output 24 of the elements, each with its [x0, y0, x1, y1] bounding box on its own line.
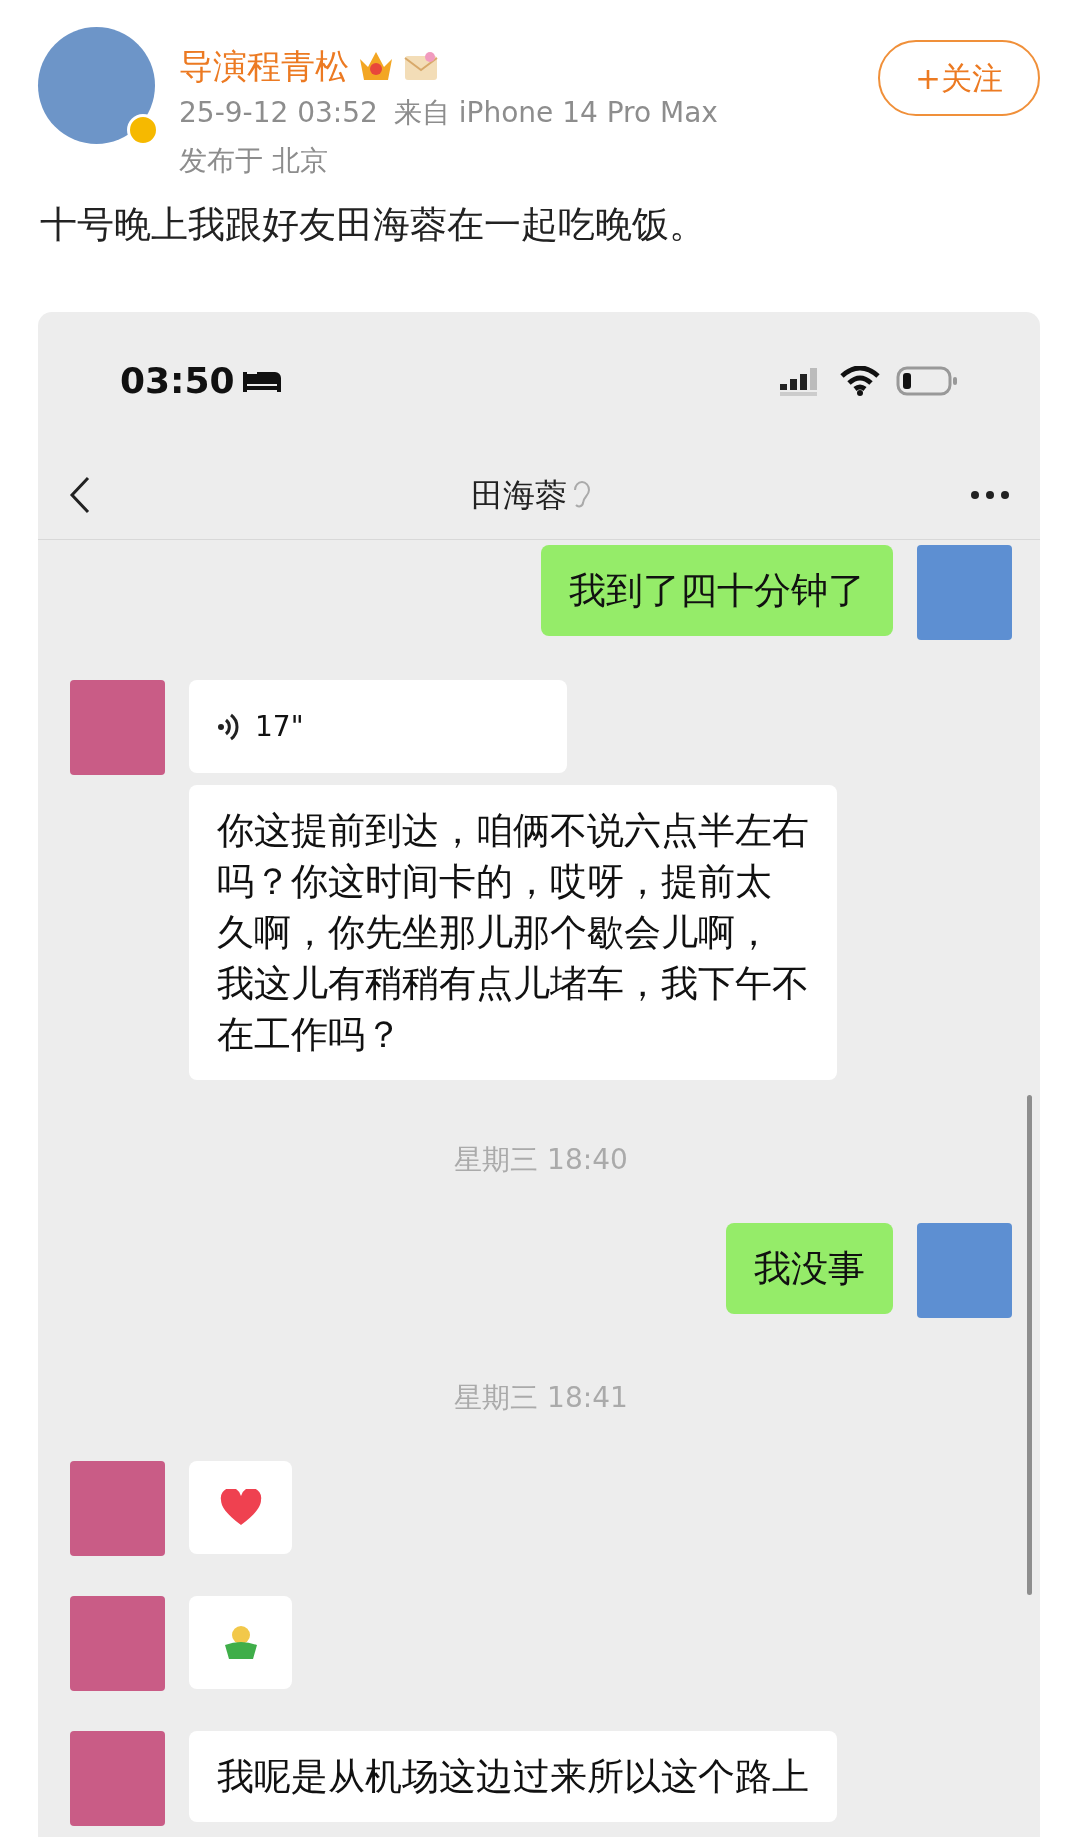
post-time: 25-9-12 03:52 — [179, 95, 378, 131]
chat-timestamp: 星期三 18:41 — [454, 1381, 628, 1414]
chat-timestamp: 星期三 18:40 — [454, 1143, 628, 1176]
heart-icon — [219, 1488, 262, 1527]
voice-duration: 17" — [255, 709, 304, 745]
wifi-icon — [840, 366, 880, 396]
message-bubble: 我呢是从机场这边过来所以这个路上 — [189, 1731, 837, 1822]
message-bubble: 我到了四十分钟了 — [541, 545, 893, 636]
post-location: 发布于 北京 — [179, 143, 329, 179]
sound-wave-icon — [217, 711, 239, 742]
post-text: 十号晚上我跟好友田海蓉在一起吃晚饭。 — [39, 202, 707, 248]
post-source: 来自 iPhone 14 Pro Max — [393, 95, 718, 131]
back-icon[interactable] — [68, 474, 92, 515]
message-bubble: 我没事 — [726, 1223, 893, 1314]
message-bubble: 你这提前到达，咱俩不说六点半左右 吗？你这时间卡的，哎呀，提前太 久啊，你先坐那儿那个歇会儿啊， 我这儿有稍稍有点儿堵车，我下午不 在工作吗？ — [189, 785, 837, 1080]
ear-icon — [571, 479, 591, 510]
follow-button[interactable]: +关注 — [878, 40, 1040, 116]
voice-message[interactable]: 17" — [189, 680, 567, 773]
battery-icon — [896, 366, 958, 396]
author-name[interactable]: 导演程青松 — [179, 43, 349, 89]
status-time: 03:50 — [120, 359, 235, 403]
more-icon[interactable] — [970, 489, 1010, 500]
chat-title: 田海蓉 — [471, 474, 567, 516]
envelope-icon — [403, 50, 439, 82]
